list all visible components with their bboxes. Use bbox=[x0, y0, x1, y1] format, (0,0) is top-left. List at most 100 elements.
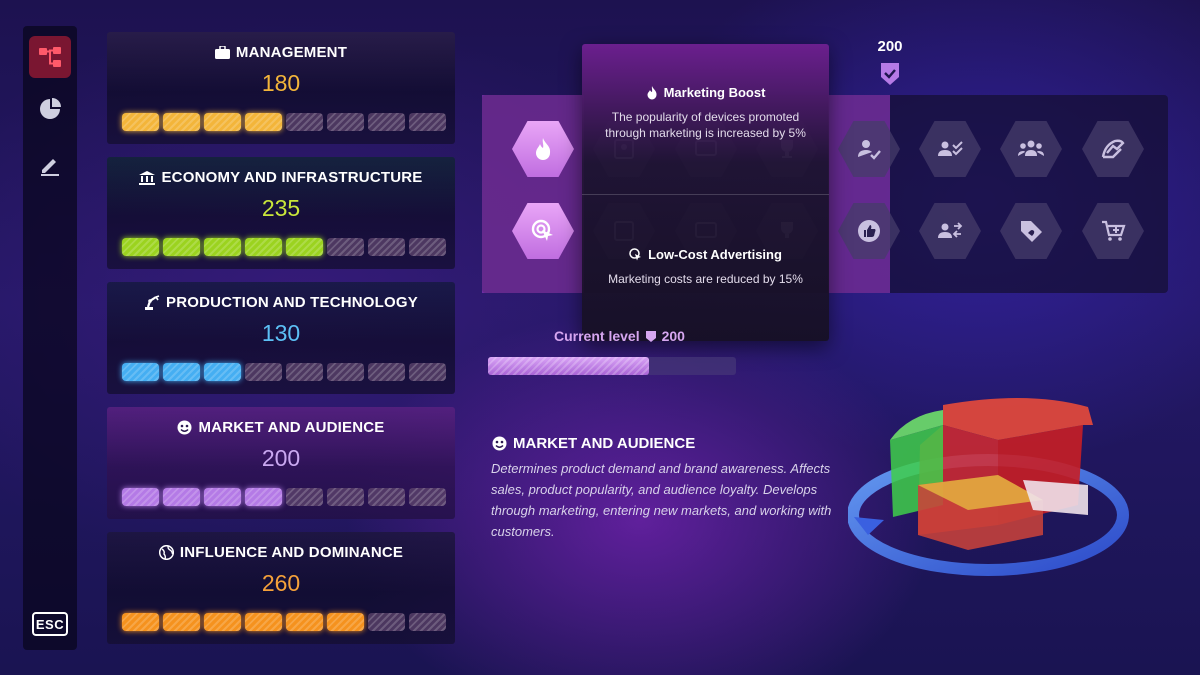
pencil-icon bbox=[41, 159, 59, 176]
progress-segment-filled bbox=[204, 613, 241, 631]
face-icon bbox=[177, 420, 192, 435]
stat-card-market[interactable]: MARKET AND AUDIENCE 200 bbox=[107, 407, 455, 519]
stat-segments bbox=[122, 613, 446, 631]
stat-card-economy[interactable]: ECONOMY AND INFRASTRUCTURE 235 bbox=[107, 157, 455, 269]
category-title: MARKET AND AUDIENCE bbox=[492, 435, 695, 452]
pie-chart-icon bbox=[40, 98, 61, 119]
progress-segment-empty bbox=[409, 363, 446, 381]
progress-segment-empty bbox=[327, 113, 364, 131]
progress-segment-filled bbox=[163, 488, 200, 506]
target-cursor-icon bbox=[531, 219, 553, 241]
progress-segment-empty bbox=[368, 488, 405, 506]
skill-tooltip: Marketing Boost The popularity of device… bbox=[582, 44, 829, 341]
progress-segment-filled bbox=[327, 613, 364, 631]
category-description: Determines product demand and brand awar… bbox=[491, 461, 832, 539]
progress-segment-filled bbox=[122, 238, 159, 256]
briefcase-icon bbox=[214, 46, 230, 59]
group-icon bbox=[1018, 140, 1044, 156]
progress-segment-empty bbox=[327, 363, 364, 381]
tooltip-second-title: Low-Cost Advertising bbox=[582, 247, 829, 262]
stat-title: INFLUENCE AND DOMINANCE bbox=[107, 544, 455, 561]
progress-segment-filled bbox=[204, 488, 241, 506]
users-check-icon bbox=[938, 141, 963, 156]
growth-hand-icon bbox=[1101, 139, 1125, 159]
progress-segment-empty bbox=[327, 488, 364, 506]
stat-title: MANAGEMENT bbox=[107, 44, 455, 61]
category-title-text: MARKET AND AUDIENCE bbox=[513, 435, 696, 452]
fire-icon bbox=[536, 138, 551, 160]
stat-segments bbox=[122, 488, 446, 506]
shield-check-icon bbox=[881, 63, 899, 85]
stat-value: 180 bbox=[261, 70, 301, 96]
progress-segment-empty bbox=[368, 238, 405, 256]
tooltip-first-desc: The popularity of devices promoted throu… bbox=[605, 110, 806, 140]
progress-segment-empty bbox=[409, 238, 446, 256]
globe-icon bbox=[158, 545, 174, 560]
progress-segment-filled bbox=[204, 113, 241, 131]
tooltip-first-title-text: Marketing Boost bbox=[663, 85, 766, 100]
stat-title: ECONOMY AND INFRASTRUCTURE bbox=[107, 169, 455, 186]
face-icon bbox=[492, 436, 507, 451]
progress-segment-empty bbox=[409, 488, 446, 506]
level-progress-bar bbox=[488, 357, 736, 375]
progress-segment-empty bbox=[245, 363, 282, 381]
progress-segment-filled bbox=[204, 238, 241, 256]
progress-segment-filled bbox=[286, 238, 323, 256]
progress-segment-filled bbox=[163, 363, 200, 381]
users-swap-icon bbox=[938, 222, 963, 238]
progress-segment-empty bbox=[327, 238, 364, 256]
progress-segment-filled bbox=[122, 113, 159, 131]
progress-segment-filled bbox=[163, 113, 200, 131]
progress-segment-empty bbox=[368, 613, 405, 631]
stat-card-management[interactable]: MANAGEMENT 180 bbox=[107, 32, 455, 144]
progress-segment-filled bbox=[245, 238, 282, 256]
stat-value: 260 bbox=[261, 570, 301, 596]
skill-tier-value: 200 bbox=[877, 38, 903, 55]
statistics-button[interactable] bbox=[29, 88, 71, 130]
tree-icon bbox=[39, 47, 61, 67]
tooltip-second-desc: Marketing costs are reduced by 15% bbox=[608, 272, 803, 286]
current-level-text: Current level bbox=[554, 328, 640, 344]
progress-segment-empty bbox=[368, 113, 405, 131]
progress-segment-empty bbox=[286, 113, 323, 131]
progress-segment-filled bbox=[163, 613, 200, 631]
progress-segment-filled bbox=[245, 488, 282, 506]
stat-card-production[interactable]: PRODUCTION AND TECHNOLOGY 130 bbox=[107, 282, 455, 394]
stat-segments bbox=[122, 363, 446, 381]
progress-segment-filled bbox=[122, 488, 159, 506]
progress-segment-empty bbox=[368, 363, 405, 381]
progress-segment-filled bbox=[245, 113, 282, 131]
stat-card-influence[interactable]: INFLUENCE AND DOMINANCE 260 bbox=[107, 532, 455, 644]
esc-button[interactable]: ESC bbox=[32, 612, 68, 636]
stat-title-text: INFLUENCE AND DOMINANCE bbox=[179, 544, 404, 561]
sidebar: ESC bbox=[23, 26, 77, 650]
stat-title-text: PRODUCTION AND TECHNOLOGY bbox=[166, 294, 418, 311]
progress-segment-empty bbox=[286, 363, 323, 381]
tooltip-second-title-text: Low-Cost Advertising bbox=[648, 247, 782, 262]
progress-segment-filled bbox=[122, 613, 159, 631]
price-tag-icon bbox=[1021, 221, 1042, 242]
cart-add-icon bbox=[1102, 220, 1126, 241]
progress-segment-filled bbox=[286, 613, 323, 631]
progress-segment-empty bbox=[409, 113, 446, 131]
stat-value: 200 bbox=[261, 445, 301, 471]
level-progress-fill bbox=[488, 357, 650, 375]
shield-check-icon bbox=[645, 330, 656, 342]
tooltip-first-title: Marketing Boost bbox=[582, 85, 829, 100]
bank-icon bbox=[139, 170, 156, 185]
stat-segments bbox=[122, 113, 446, 131]
progress-segment-filled bbox=[122, 363, 159, 381]
thumbs-up-icon bbox=[858, 220, 880, 242]
current-level-value: 200 bbox=[661, 328, 685, 344]
stat-title-text: ECONOMY AND INFRASTRUCTURE bbox=[161, 169, 423, 186]
progress-segment-empty bbox=[409, 613, 446, 631]
stat-value: 235 bbox=[261, 195, 301, 221]
stat-title-text: MARKET AND AUDIENCE bbox=[198, 419, 385, 436]
edit-button[interactable] bbox=[29, 144, 71, 186]
skill-tree-button[interactable] bbox=[29, 36, 71, 78]
stat-value: 130 bbox=[261, 320, 301, 346]
stat-title: MARKET AND AUDIENCE bbox=[107, 419, 455, 436]
user-check-icon bbox=[858, 140, 881, 160]
stat-segments bbox=[122, 238, 446, 256]
fire-icon bbox=[647, 85, 657, 99]
